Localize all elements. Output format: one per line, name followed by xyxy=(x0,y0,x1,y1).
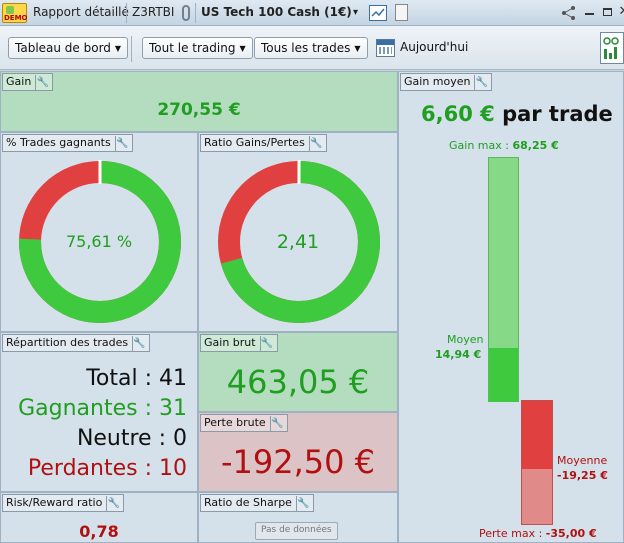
dashboard-dropdown-label: Tableau de bord xyxy=(15,41,111,55)
report-view-icon[interactable] xyxy=(600,32,624,64)
avg-gain-bar xyxy=(489,348,518,402)
instrument-dropdown-arrow-icon[interactable]: ▾ xyxy=(353,7,358,18)
avg-gain-panel-title: Gain moyen 🔧 xyxy=(400,73,493,91)
winning-trades: Gagnantes : 31 xyxy=(18,396,187,421)
instrument-label[interactable]: US Tech 100 Cash (1€) xyxy=(201,5,352,19)
max-gain-amount: 68,25 € xyxy=(512,139,559,152)
risk-reward-panel-title: Risk/Reward ratio 🔧 xyxy=(2,494,125,512)
gross-gain-panel-title: Gain brut 🔧 xyxy=(200,334,278,352)
trading-dropdown[interactable]: Tout le trading ▼ xyxy=(142,37,253,59)
minimize-icon[interactable] xyxy=(582,5,596,19)
trades-dropdown[interactable]: Tous les trades ▼ xyxy=(254,37,368,59)
panel-title-label: Ratio de Sharpe xyxy=(204,496,292,509)
avg-loss-label: Moyenne xyxy=(557,454,608,467)
trades-dropdown-label: Tous les trades xyxy=(261,41,351,55)
no-data-badge: Pas de données xyxy=(255,522,338,540)
dashboard-dropdown[interactable]: Tableau de bord ▼ xyxy=(8,37,129,59)
ratio-panel-title: Ratio Gains/Pertes 🔧 xyxy=(200,134,327,152)
neutral-trades: Neutre : 0 xyxy=(76,426,187,451)
maximize-icon[interactable] xyxy=(600,5,614,19)
document-icon[interactable] xyxy=(395,4,408,21)
chart-icon[interactable] xyxy=(369,5,387,21)
calendar-icon[interactable] xyxy=(376,39,395,57)
gross-gain-panel: Gain brut 🔧 463,05 € xyxy=(198,332,398,412)
panel-title-label: % Trades gagnants xyxy=(6,136,111,149)
wrench-icon[interactable]: 🔧 xyxy=(295,496,310,512)
avg-loss-value: -19,25 € xyxy=(557,469,608,482)
tab-report[interactable]: Rapport détaillé xyxy=(33,5,129,19)
avg-label: Moyen xyxy=(447,333,484,346)
wrench-icon[interactable]: 🔧 xyxy=(474,75,488,91)
avg-gain-value: 6,60 € xyxy=(421,102,495,126)
total-trades: Total : 41 xyxy=(86,366,187,391)
gross-loss-panel: Perte brute 🔧 -192,50 € xyxy=(198,412,398,492)
max-loss-label: Perte max : -35,00 € xyxy=(479,527,597,540)
losing-trades: Perdantes : 10 xyxy=(27,456,187,481)
panel-title-label: Gain moyen xyxy=(404,75,471,88)
panel-title-label: Gain brut xyxy=(204,336,256,349)
panel-title-label: Perte brute xyxy=(204,416,266,429)
chevron-down-icon: ▼ xyxy=(239,44,246,53)
chevron-down-icon: ▼ xyxy=(114,44,122,53)
gain-panel: Gain 🔧 270,55 € xyxy=(0,71,398,132)
wrench-icon[interactable]: 🔧 xyxy=(132,336,146,352)
avg-value: 14,94 € xyxy=(435,348,482,361)
repartition-list: Total : 41 Gagnantes : 31 Neutre : 0 Per… xyxy=(18,364,187,484)
wrench-icon[interactable]: 🔧 xyxy=(114,136,129,152)
max-gain-text: Gain max : xyxy=(449,139,509,152)
gain-value: 270,55 € xyxy=(157,100,241,120)
max-loss-text: Perte max : xyxy=(479,527,543,540)
toolbar: Tableau de bord ▼ Tout le trading ▼ Tous l… xyxy=(0,26,624,70)
risk-reward-value: 0,78 xyxy=(79,522,119,541)
account-label[interactable]: Z3RTBI xyxy=(132,5,174,19)
risk-reward-panel: Risk/Reward ratio 🔧 0,78 xyxy=(0,492,198,543)
wrench-icon[interactable]: 🔧 xyxy=(106,496,120,512)
wrench-icon[interactable]: 🔧 xyxy=(35,75,49,91)
title-bar: DEMO Rapport détaillé Z3RTBI US Tech 100… xyxy=(0,0,624,26)
sharpe-panel-title: Ratio de Sharpe 🔧 xyxy=(200,494,314,512)
panel-title-label: Gain xyxy=(6,75,32,88)
repartition-panel: Répartition des trades 🔧 Total : 41 Gagna… xyxy=(0,332,198,492)
sharpe-panel: Ratio de Sharpe 🔧 Pas de données xyxy=(198,492,398,543)
gross-gain-value: 463,05 € xyxy=(226,363,370,401)
max-loss-amount: -35,00 € xyxy=(545,527,597,540)
max-gain-label: Gain max : 68,25 € xyxy=(449,139,559,152)
gross-loss-value: -192,50 € xyxy=(220,443,376,481)
gross-loss-panel-title: Perte brute 🔧 xyxy=(200,414,288,432)
avg-gain-panel: Gain moyen 🔧 6,60 € par trade Gain max : … xyxy=(398,71,624,543)
demo-badge: DEMO xyxy=(2,3,28,23)
divider xyxy=(131,36,132,62)
repartition-panel-title: Répartition des trades 🔧 xyxy=(2,334,151,352)
win-trades-value: 75,61 % xyxy=(65,232,133,251)
panel-title-label: Ratio Gains/Pertes xyxy=(204,136,305,149)
win-trades-panel-title: % Trades gagnants 🔧 xyxy=(2,134,133,152)
wrench-icon[interactable]: 🔧 xyxy=(308,136,323,152)
share-icon[interactable] xyxy=(561,5,577,21)
link-icon[interactable] xyxy=(182,5,190,21)
win-trades-panel: % Trades gagnants 🔧 75,61 % xyxy=(0,132,198,332)
wrench-icon[interactable]: 🔧 xyxy=(259,336,274,352)
divider xyxy=(195,3,196,23)
ratio-panel: Ratio Gains/Pertes 🔧 2,41 xyxy=(198,132,398,332)
date-filter-label[interactable]: Aujourd'hui xyxy=(400,40,468,54)
demo-badge-label: DEMO xyxy=(4,14,28,22)
gain-panel-title: Gain 🔧 xyxy=(2,73,54,91)
close-icon[interactable]: ✕ xyxy=(617,5,624,19)
avg-loss-bar xyxy=(522,401,552,469)
trading-dropdown-label: Tout le trading xyxy=(149,41,236,55)
panel-title-label: Risk/Reward ratio xyxy=(6,496,103,509)
avg-gain-headline: 6,60 € par trade xyxy=(421,102,613,126)
panel-title-label: Répartition des trades xyxy=(6,336,129,349)
chevron-down-icon: ▼ xyxy=(354,44,361,53)
avg-gain-suffix: par trade xyxy=(502,102,613,126)
ratio-value: 2,41 xyxy=(276,231,320,253)
divider xyxy=(126,3,127,23)
wrench-icon[interactable]: 🔧 xyxy=(269,416,284,432)
